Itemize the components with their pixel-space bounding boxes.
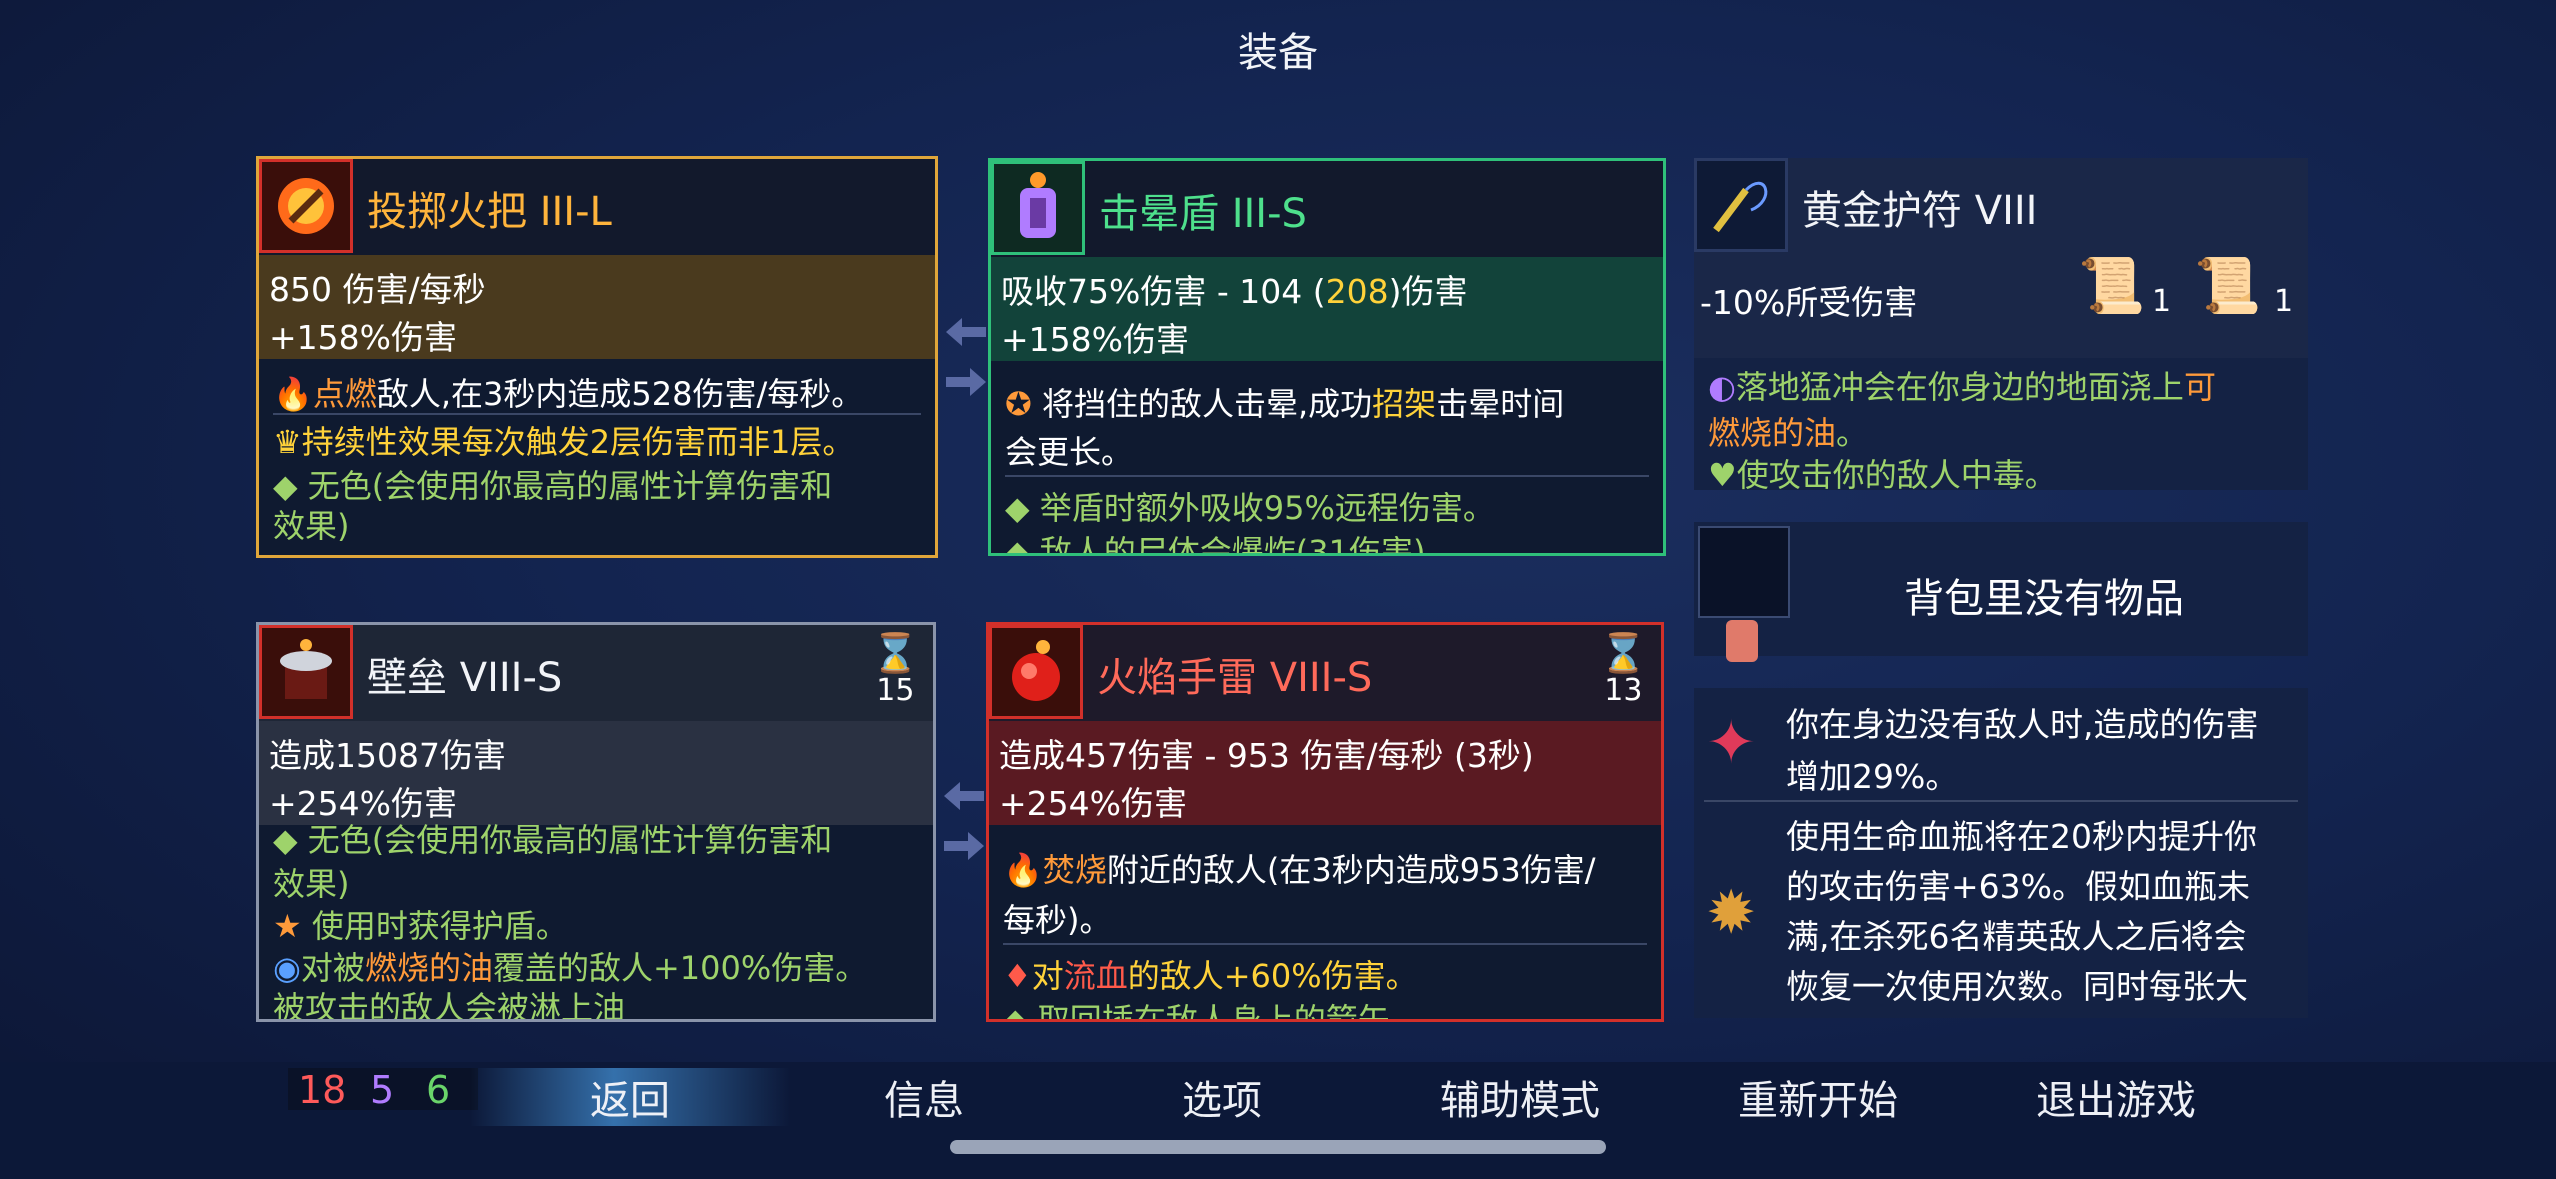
info-button[interactable]: 信息: [814, 1068, 1034, 1126]
skill-card-bastion[interactable]: 壁垒 VIII-S ⌛ 15 造成15087伤害 +254%伤害 ◆ 无色(会使用…: [256, 622, 936, 1022]
hourglass-icon: ⌛: [1599, 631, 1647, 675]
backpack-empty-text: 背包里没有物品: [1904, 576, 2184, 622]
item-name: 投掷火把 III-L: [367, 189, 612, 235]
item-name: 击晕盾 III-S: [1099, 191, 1307, 237]
crown-icon: ♛: [273, 423, 302, 461]
mutation-icon-2[interactable]: ✹: [1706, 878, 1756, 948]
swap-left-arrow[interactable]: [946, 318, 986, 346]
options-button[interactable]: 选项: [1112, 1068, 1332, 1126]
diamond-icon: ◆: [273, 467, 308, 505]
tactics-count: 5: [370, 1068, 395, 1112]
diamond-icon: ◆: [1005, 533, 1040, 556]
weapon-card-torch[interactable]: 投掷火把 III-L 850 伤害/每秒 +158%伤害 🔥点燃敌人,在3秒内造…: [256, 156, 938, 558]
brutality-count: 18: [298, 1068, 347, 1112]
back-button[interactable]: 返回: [470, 1068, 790, 1126]
swap-right-arrow-2[interactable]: [944, 832, 984, 860]
fire-icon: 🔥: [273, 375, 313, 413]
cooldown-timer: ⌛ 13: [1599, 631, 1647, 708]
diamond-icon: ◆: [1003, 1001, 1038, 1022]
swap-right-arrow[interactable]: [946, 368, 986, 396]
bastion-icon: [259, 625, 353, 719]
item-name: 壁垒 VIII-S: [367, 655, 563, 701]
poison-icon: ♥: [1708, 456, 1737, 490]
assist-mode-button[interactable]: 辅助模式: [1410, 1068, 1630, 1126]
backpack-icon[interactable]: [1726, 620, 1758, 662]
backpack-slot[interactable]: [1698, 526, 1790, 618]
stat-dps: 850 伤害/每秒: [269, 270, 486, 309]
backpack-panel[interactable]: 背包里没有物品: [1694, 522, 2308, 656]
stat-bonus: +158%伤害: [269, 318, 457, 357]
stat-counters: 18 5 6: [288, 1068, 478, 1112]
diamond-icon: ◆: [1005, 489, 1040, 527]
scroll-green-icon: 📜: [2194, 254, 2262, 317]
swap-left-arrow-2[interactable]: [944, 782, 984, 810]
torch-icon: [259, 159, 353, 253]
amulet-icon: [1694, 158, 1788, 252]
hourglass-icon: ⌛: [871, 631, 919, 675]
grenade-icon: [989, 625, 1083, 719]
diamond-icon: ◆: [273, 821, 308, 859]
page-title: 装备: [1238, 30, 1318, 76]
quit-button[interactable]: 退出游戏: [2006, 1068, 2226, 1126]
skill-card-grenade[interactable]: 火焰手雷 VIII-S ⌛ 13 造成457伤害 - 953 伤害/每秒 (3秒)…: [986, 622, 1664, 1022]
blood-icon: ♦: [1003, 957, 1032, 995]
shield-icon: [991, 161, 1085, 255]
cooldown-timer: ⌛ 15: [871, 631, 919, 708]
stun-icon: ✪: [1005, 385, 1042, 423]
item-name: 火焰手雷 VIII-S: [1097, 655, 1373, 701]
weapon-card-shield[interactable]: 击晕盾 III-S 吸收75%伤害 - 104 (208)伤害 +158%伤害 …: [988, 158, 1666, 556]
orb-icon: ◐: [1708, 368, 1736, 406]
mutation-icon-1[interactable]: ✦: [1706, 708, 1756, 778]
mutations-panel: ✦ 你在身边没有敌人时,造成的伤害 增加29%。 ✹ 使用生命血瓶将在20秒内提…: [1694, 688, 2308, 1018]
home-indicator[interactable]: [950, 1140, 1606, 1154]
amulet-card[interactable]: 黄金护符 VIII -10%所受伤害 📜 1 📜 1 ◐落地猛冲会在你身边的地面…: [1694, 158, 2308, 490]
restart-button[interactable]: 重新开始: [1708, 1068, 1928, 1126]
item-name: 黄金护符 VIII: [1802, 188, 2038, 234]
fire-icon: 🔥: [1003, 851, 1043, 889]
star-icon: ★: [273, 907, 312, 945]
scroll-red-icon: 📜: [2078, 254, 2146, 317]
oil-icon: ◉: [273, 949, 301, 987]
survival-count: 6: [426, 1068, 451, 1112]
